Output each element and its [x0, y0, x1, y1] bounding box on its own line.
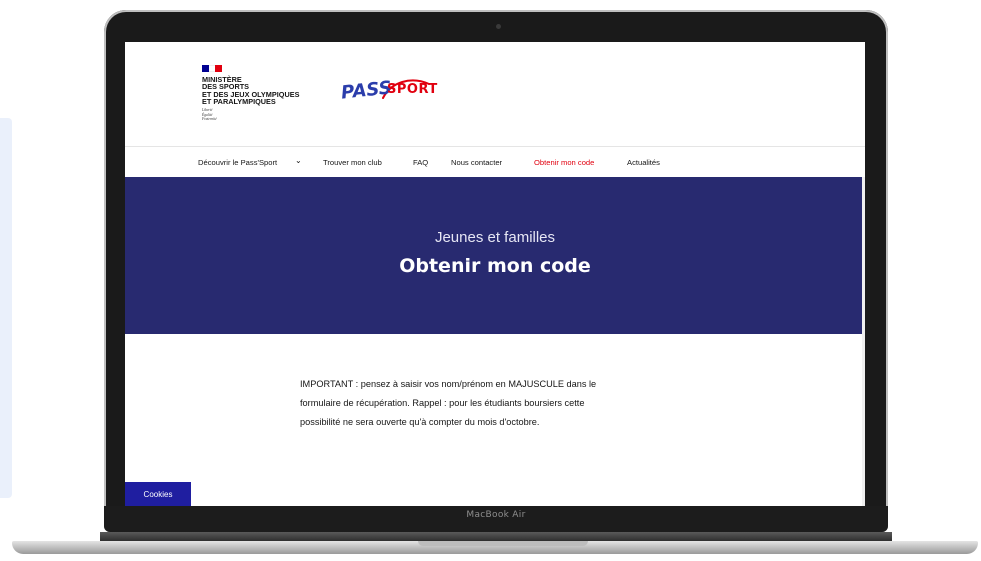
laptop-base — [12, 541, 978, 554]
page-scrollbar[interactable] — [862, 177, 865, 506]
main-nav: Découvrir le Pass'Sport ⌄ Trouver mon cl… — [125, 146, 865, 177]
nav-item-faq[interactable]: FAQ — [413, 158, 428, 167]
republic-motto: Liberté Égalité Fraternité — [202, 108, 217, 122]
nav-item-actualites[interactable]: Actualités — [627, 158, 660, 167]
nav-item-trouver-club[interactable]: Trouver mon club — [323, 158, 382, 167]
ministry-line: et paralympiques — [202, 97, 276, 107]
camera-icon — [496, 24, 501, 29]
model-label: MacBook Air — [466, 510, 526, 520]
notice-line: formulaire de récupération. Rappel : pou… — [300, 398, 585, 408]
passsport-logo[interactable]: PASS SPORT — [340, 77, 451, 118]
motto-line: Fraternité — [202, 117, 217, 122]
cookies-button[interactable]: Cookies — [125, 482, 191, 506]
notice-line: IMPORTANT : pensez à saisir vos nom/prén… — [300, 379, 597, 389]
nav-item-decouvrir[interactable]: Découvrir le Pass'Sport — [198, 158, 277, 167]
site-header: Ministère des sports et des jeux olympiq… — [125, 42, 865, 146]
french-flag-icon — [202, 65, 223, 72]
hero-banner: Jeunes et familles Obtenir mon code — [125, 177, 865, 334]
important-notice: IMPORTANT : pensez à saisir vos nom/prén… — [300, 375, 690, 432]
nav-item-obtenir-code[interactable]: Obtenir mon code — [534, 158, 594, 167]
browser-screen: Ministère des sports et des jeux olympiq… — [125, 42, 865, 506]
hero-subtitle: Jeunes et familles — [434, 229, 556, 246]
base-notch — [418, 541, 588, 546]
notice-line: possibilité ne sera ouverte qu'à compter… — [300, 417, 540, 427]
ministry-name[interactable]: Ministère des sports et des jeux olympiq… — [202, 76, 342, 106]
logo-sport-text: SPORT — [387, 82, 438, 97]
background-panel — [0, 118, 12, 498]
screen-bezel-bottom: MacBook Air — [104, 506, 888, 532]
nav-item-contact[interactable]: Nous contacter — [451, 158, 502, 167]
chevron-down-icon[interactable]: ⌄ — [295, 156, 302, 165]
page-title: Obtenir mon code — [399, 255, 591, 277]
